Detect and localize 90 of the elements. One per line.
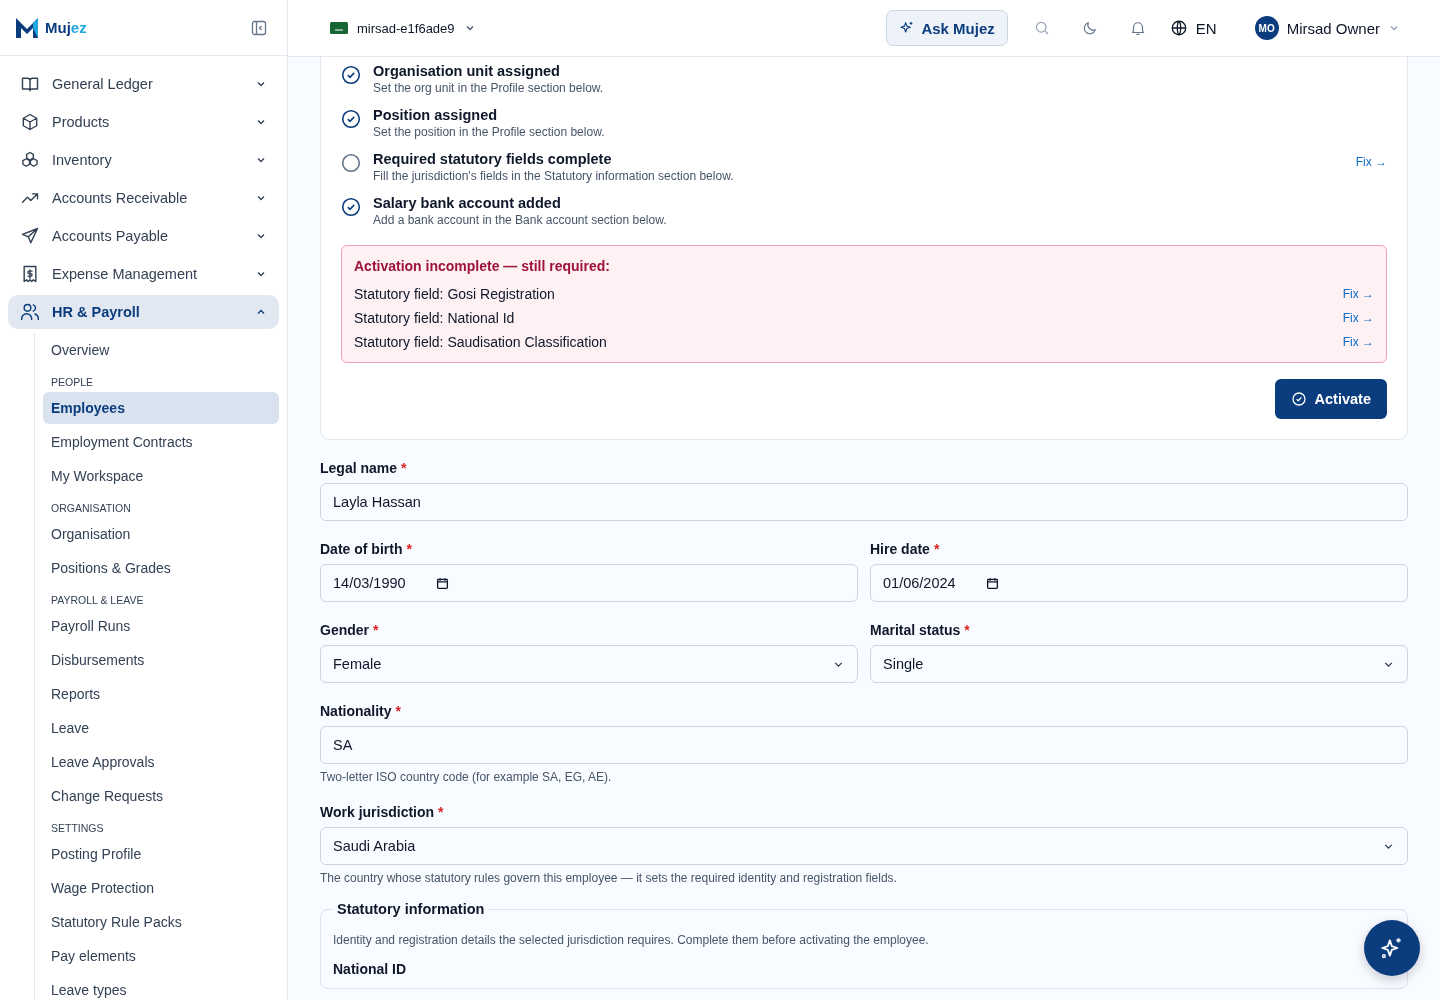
section-heading: SETTINGS [50,821,105,836]
module-icon [20,264,40,284]
nav-item[interactable]: Products [8,105,279,139]
checklist-title: Required statutory fields complete [373,151,613,167]
nav-item[interactable]: HR & Payroll [8,295,279,329]
collapse-sidebar-icon[interactable] [251,19,267,36]
globe-icon [1169,19,1188,37]
nav-subitem[interactable]: Positions & Grades [43,552,279,584]
date-field[interactable]: 14/03/1990 [320,564,858,602]
nav-subitem[interactable]: Organisation [43,518,279,550]
section-title: Statutory information [336,901,486,917]
required-mark: * [964,622,970,638]
section-heading: PEOPLE [50,375,95,390]
field-label: Marital status [870,622,961,638]
nav-subitem[interactable]: Payroll Runs [43,610,279,642]
nav-subitem[interactable]: Posting Profile [43,838,279,870]
fix-link[interactable]: Fix → [1342,287,1374,301]
nav-subitem[interactable]: Leave Approvals [43,746,279,778]
help-text: The country whose statutory rules govern this employee — it sets the required identity and registration fields. [320,871,898,885]
required-mark: * [373,622,379,638]
brand-name: Mujez [45,19,87,36]
language-switcher[interactable]: EN [1169,19,1217,37]
select-field[interactable]: Female [320,645,858,683]
flag-icon [330,22,348,34]
text-field[interactable]: Layla Hassan [320,483,1408,521]
module-icon [20,74,40,94]
activate-button[interactable]: Activate [1274,379,1387,419]
select-field[interactable]: Saudi Arabia [320,827,1408,865]
section-description: Identity and registration details the selected jurisdiction requires. Complete them before activating the employee. [333,933,930,947]
assistant-button[interactable] [1364,920,1420,976]
check-circle-icon [1290,391,1307,407]
nav-subitem[interactable]: Pay elements [43,940,279,972]
date-field[interactable]: 01/06/2024 [870,564,1408,602]
nav-item[interactable]: Accounts Payable [8,219,279,253]
nav-subitem[interactable]: Wage Protection [43,872,279,904]
nav-subitem[interactable]: Employees [43,392,279,424]
checklist-hint: Add a bank account in the Bank account section below. [373,213,668,227]
checklist-title: Position assigned [373,107,499,123]
checklist-hint: Set the org unit in the Profile section below. [373,81,605,95]
missing-field-text: Statutory field: Saudisation Classification [354,334,607,350]
required-mark: * [395,703,402,719]
help-text: Two-letter ISO country code (for example SA, EG, AE). [320,770,613,784]
nav-subitem[interactable]: Leave types [43,974,279,1000]
section-heading: PAYROLL & LEAVE [50,593,145,608]
checklist-hint: Set the position in the Profile section below. [373,125,606,139]
calendar-icon[interactable] [985,576,999,590]
nav-subitem[interactable]: My Workspace [43,460,279,492]
checklist-title: Salary bank account added [373,195,562,211]
field-label: Nationality [320,703,392,719]
required-mark: * [401,460,407,476]
module-icon [20,226,40,246]
nav-subitem[interactable]: Reports [43,678,279,710]
nav-subitem[interactable]: Leave [43,712,279,744]
fix-link[interactable]: Fix → [1355,149,1387,169]
nav-subitem[interactable]: Change Requests [43,780,279,812]
nav-subitem[interactable]: Employment Contracts [43,426,279,458]
nav-subitem[interactable]: Disbursements [43,644,279,676]
missing-field-text: Statutory field: Gosi Registration [354,286,555,302]
logo-icon [15,16,39,39]
required-mark: * [933,541,940,557]
module-icon [20,150,40,170]
field-label: Date of birth [320,541,403,557]
field-label: National ID [333,961,408,977]
nav-item[interactable]: Expense Management [8,257,279,291]
nav-item[interactable]: Accounts Receivable [8,181,279,215]
nav-subitem[interactable]: Statutory Rule Packs [43,906,279,938]
module-icon [20,112,40,132]
nav-item[interactable]: Inventory [8,143,279,177]
field-label: Legal name [320,460,398,476]
required-mark: * [406,541,412,557]
ask-assistant-button[interactable]: Ask Mujez [886,10,1008,46]
text-field[interactable]: SA [320,726,1408,764]
required-mark: * [438,804,444,820]
section-heading: ORGANISATION [50,501,132,516]
select-field[interactable]: Single [870,645,1408,683]
alert-title: Activation incomplete — still required: [354,258,611,274]
nav-item[interactable]: General Ledger [8,67,279,101]
workspace-switcher[interactable]: mirsad-e1f6ade9 [330,20,476,36]
calendar-icon[interactable] [435,576,449,590]
missing-field-text: Statutory field: National Id [354,310,515,326]
fix-link[interactable]: Fix → [1342,335,1374,349]
field-label: Work jurisdiction [320,804,435,820]
checklist-hint: Fill the jurisdiction's fields in the Statutory information section below. [373,169,735,183]
field-label: Gender [320,622,369,638]
checklist-title: Organisation unit assigned [373,63,561,79]
user-menu[interactable]: MO Mirsad Owner [1254,16,1400,40]
fix-link[interactable]: Fix → [1342,311,1374,325]
field-label: Hire date [870,541,930,557]
module-icon [20,302,40,322]
nav-subitem[interactable]: Overview [43,334,279,366]
